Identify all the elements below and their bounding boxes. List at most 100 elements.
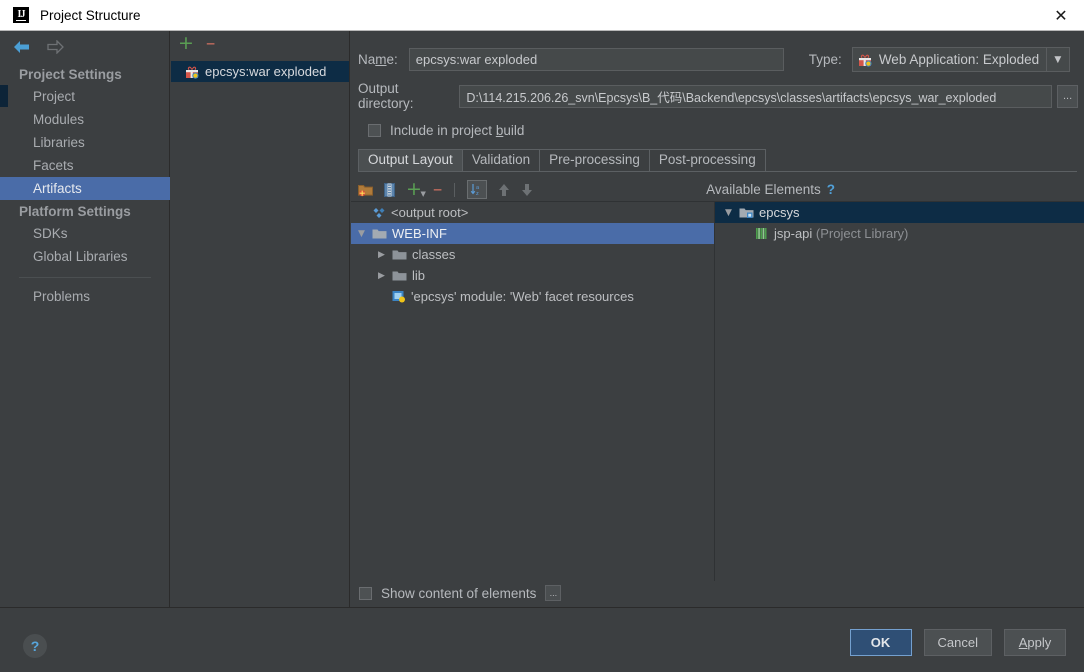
svg-text:z: z [476,191,479,196]
chevron-down-icon[interactable]: ▼ [1045,48,1069,71]
tree-row-label: jsp-api (Project Library) [774,226,909,241]
archive-icon[interactable] [384,182,395,197]
tree-expander[interactable]: ▼ [356,229,367,239]
tree-row[interactable]: ▶ lib [351,265,714,286]
artifacts-toolbar: + – [171,31,349,55]
tab-pre-processing[interactable]: Pre-processing [539,149,650,171]
add-artifact-button[interactable]: + [178,33,194,53]
tree-row-label: <output root> [391,205,469,220]
apply-button[interactable]: Apply [1004,629,1066,656]
tree-row[interactable]: 'epcsys' module: 'Web' facet resources [351,286,714,307]
output-layout-tabs: Output Layout Validation Pre-processing … [358,149,766,171]
facet-icon [392,290,406,303]
tree-row[interactable]: ▼ WEB-INF [351,223,714,244]
browse-output-directory-button[interactable]: ... [1057,84,1078,108]
include-in-build-row[interactable]: Include in project build [368,123,524,138]
tree-expander[interactable]: ▶ [376,271,387,281]
available-elements-tree: ▼ epcsys jsp-api (Project Library) [714,201,1084,581]
tree-row[interactable]: ▼ epcsys [715,202,1084,223]
dialog-footer: ? OK Cancel Apply [0,607,1084,672]
sidebar-divider [19,277,151,278]
artifact-details-pane: Name: Type: Web Application: Exploded [351,31,1084,607]
folder-icon [392,249,407,261]
tree-row-label: classes [412,247,456,262]
show-content-options-button[interactable]: ... [545,585,562,601]
navigation-arrows [10,37,66,57]
sidebar-item-artifacts[interactable]: Artifacts [0,177,170,200]
arrow-right-icon [44,37,66,57]
dialog-buttons: OK Cancel Apply [849,629,1066,656]
artifact-list-item[interactable]: epcsys:war exploded [171,61,349,82]
tree-row-label: WEB-INF [392,226,447,241]
output-root-icon [372,206,386,220]
artifacts-list-panel: + – epcsys:war exploded [171,31,350,607]
show-content-label: Show content of elements [381,585,537,601]
sidebar-item-global-libraries[interactable]: Global Libraries [0,245,170,268]
output-directory-label: Output directory: [358,81,414,111]
artifact-type-value: Web Application: Exploded [878,52,1040,67]
name-row: Name: Type: Web Application: Exploded [358,47,1077,72]
ok-button[interactable]: OK [849,629,912,656]
sidebar-item-project[interactable]: Project [0,85,170,108]
output-layout-toolbar: + ▼ – a z Available Elements? [351,178,1084,201]
tree-expander[interactable]: ▶ [376,250,387,260]
tree-row[interactable]: <output root> [351,202,714,223]
close-icon[interactable]: ✕ [1038,0,1084,30]
show-content-row[interactable]: Show content of elements ... [359,581,562,605]
tree-row[interactable]: jsp-api (Project Library) [715,223,1084,244]
output-directory-row: Output directory: ... [358,81,1078,111]
tree-row-suffix: (Project Library) [812,226,909,241]
sidebar-group-platform-settings: Platform Settings [19,204,131,219]
tree-row-label: 'epcsys' module: 'Web' facet resources [411,289,634,304]
sidebar-item-facets[interactable]: Facets [0,154,170,177]
folder-add-icon[interactable] [358,183,373,197]
arrow-down-icon [521,183,533,197]
tree-row-label: lib [412,268,426,283]
settings-sidebar: Project Settings Project Modules Librari… [0,31,170,607]
tree-row[interactable]: ▶ classes [351,244,714,265]
cancel-button[interactable]: Cancel [923,629,992,656]
arrow-left-icon[interactable] [10,37,32,57]
arrow-up-icon [498,183,510,197]
name-label: Name: [358,52,398,67]
sidebar-item-modules[interactable]: Modules [0,108,170,131]
project-structure-dialog: IJ Project Structure ✕ Project Settings … [0,0,1084,672]
available-elements-label: Available Elements? [706,182,835,197]
tab-validation[interactable]: Validation [461,149,541,171]
include-in-build-label: Include in project build [390,123,525,138]
artifact-icon [185,65,199,79]
sidebar-item-problems[interactable]: Problems [0,285,170,308]
remove-element-button[interactable]: – [433,180,443,199]
tree-row-label: epcsys [759,205,800,220]
artifact-type-icon [858,53,872,67]
artifact-list-item-label: epcsys:war exploded [205,64,327,79]
sidebar-item-sdks[interactable]: SDKs [0,222,170,245]
sidebar-item-libraries[interactable]: Libraries [0,131,170,154]
sidebar-group-project-settings: Project Settings [19,67,122,82]
module-icon [739,207,754,219]
output-directory-input[interactable] [459,84,1053,108]
output-layout-tree: <output root> ▼ WEB-INF ▶ classes ▶ lib … [351,201,714,581]
intellij-logo-icon: IJ [13,7,29,23]
tree-expander[interactable]: ▼ [723,208,734,218]
tabs-underline [358,171,1077,172]
folder-icon [392,270,407,282]
library-icon [755,227,769,240]
window-title: Project Structure [40,7,141,23]
toolbar-divider [454,182,456,197]
help-icon: ? [826,182,835,197]
name-input[interactable] [408,48,784,71]
remove-artifact-button[interactable]: – [206,33,216,53]
sort-alpha-icon[interactable]: a z [467,180,488,199]
include-in-build-checkbox[interactable] [368,124,381,137]
type-label: Type: [808,52,842,67]
artifact-type-dropdown[interactable]: Web Application: Exploded ▼ [851,47,1070,72]
folder-icon [372,228,387,240]
title-bar: IJ Project Structure ✕ [0,0,1084,31]
tab-output-layout[interactable]: Output Layout [358,149,463,171]
tab-post-processing[interactable]: Post-processing [648,149,766,171]
add-element-button[interactable]: + ▼ [406,180,426,199]
help-button[interactable]: ? [23,634,47,658]
sidebar-nav-list: Project Settings Project Modules Librari… [0,63,170,308]
show-content-checkbox[interactable] [359,586,372,600]
